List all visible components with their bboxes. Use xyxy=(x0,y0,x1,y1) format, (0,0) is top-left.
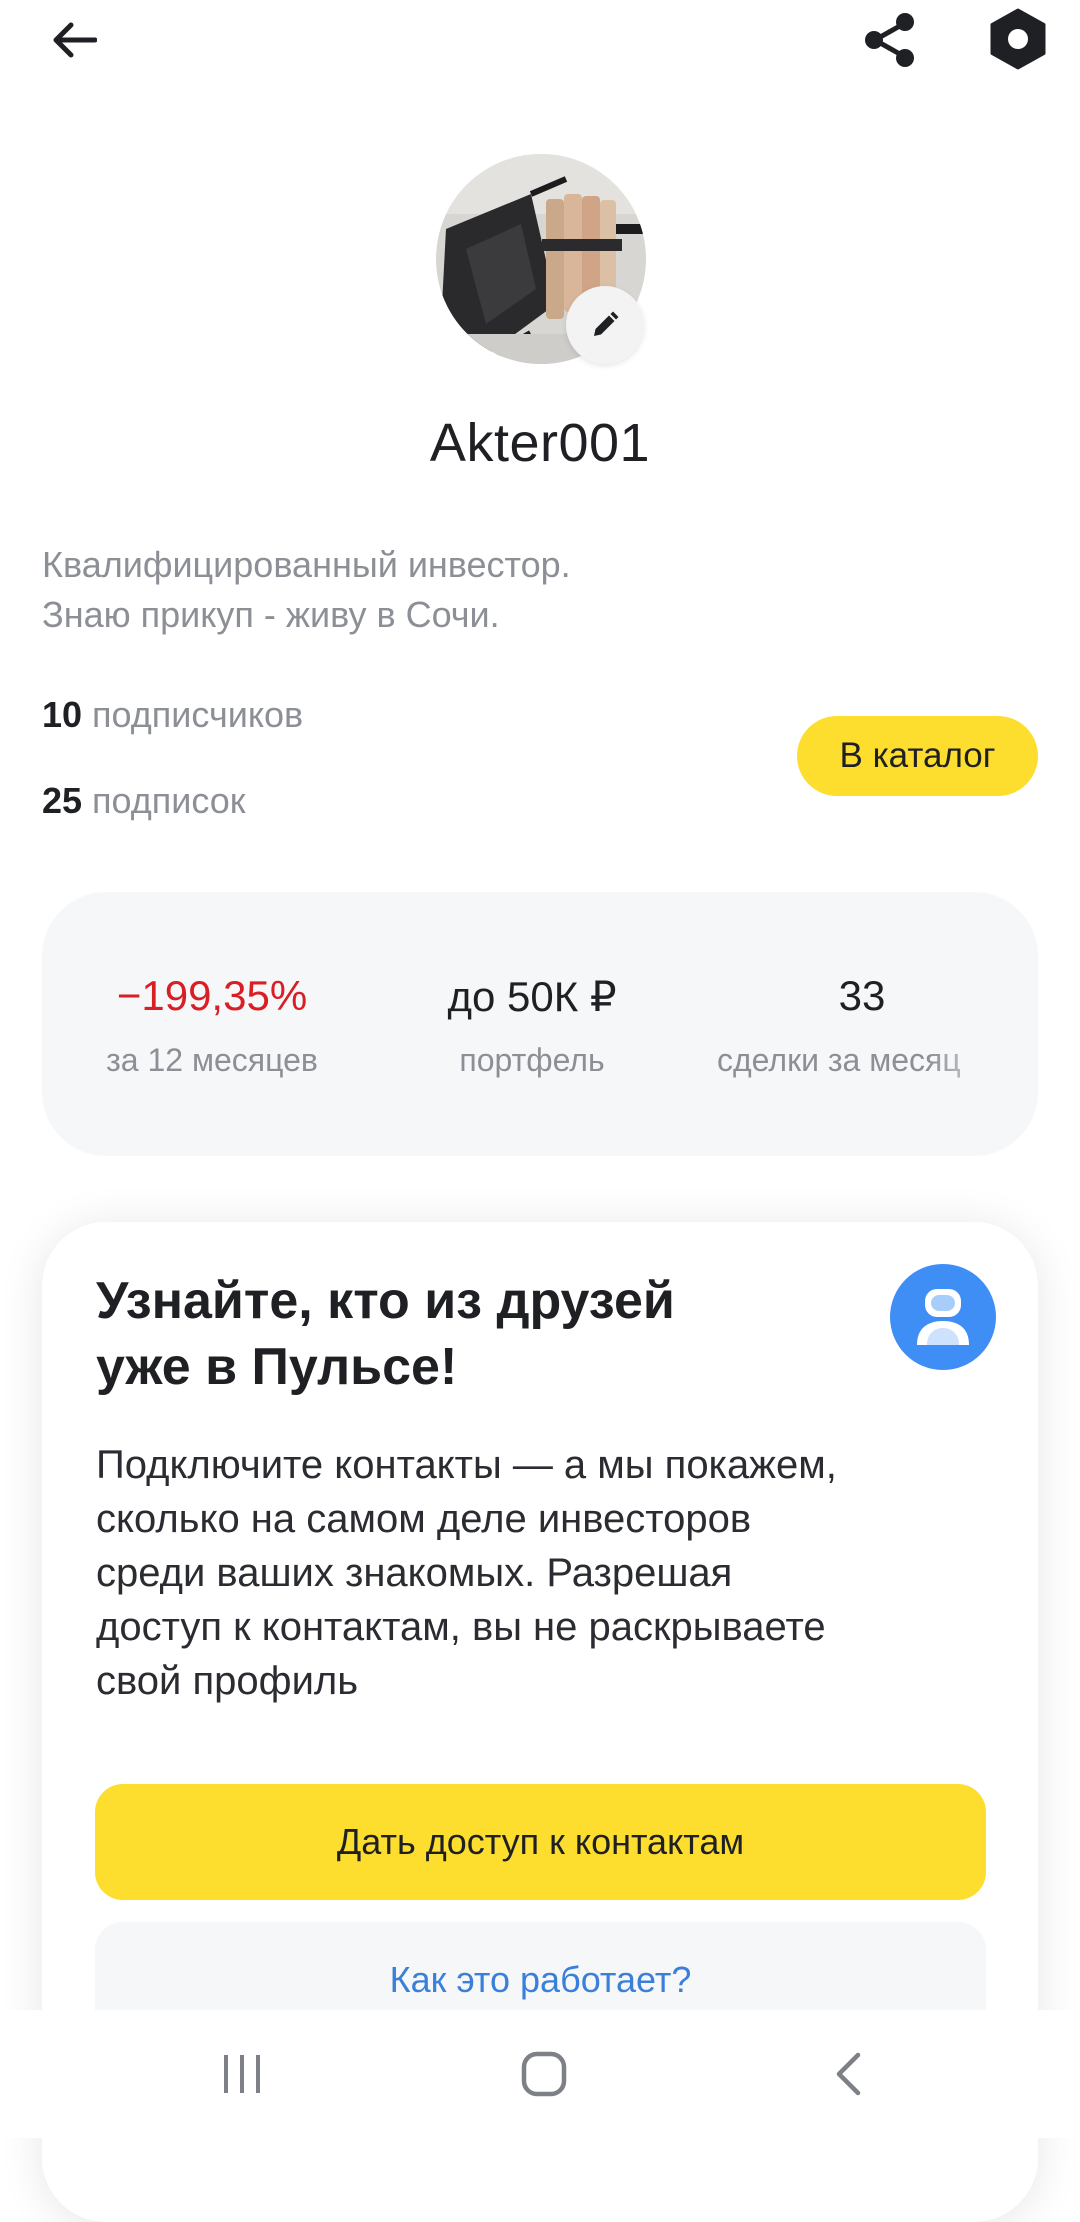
hexagon-settings-icon xyxy=(990,8,1046,70)
scroll-fade xyxy=(928,892,1038,1156)
contacts-person-icon xyxy=(890,1264,996,1370)
bio-line: Квалифицированный инвестор. xyxy=(42,544,571,585)
stat-portfolio[interactable]: до 50К ₽ портфель xyxy=(402,892,662,1156)
share-icon xyxy=(865,13,914,67)
stat-value: −199,35% xyxy=(116,972,308,1019)
invite-text-line: Подключите контакты — а мы покажем, xyxy=(96,1443,837,1487)
system-nav-bar xyxy=(0,2010,1080,2138)
invite-text-line: свой профиль xyxy=(96,1659,359,1703)
following-link[interactable]: 25 подписок xyxy=(42,780,246,822)
edit-avatar-button[interactable] xyxy=(566,286,644,364)
stat-label: за 12 месяцев xyxy=(106,1042,318,1078)
home-button[interactable] xyxy=(494,2032,594,2116)
share-button[interactable] xyxy=(854,4,926,76)
following-label: подписок xyxy=(92,780,246,821)
stat-value: до 50К ₽ xyxy=(447,973,617,1020)
top-bar xyxy=(0,0,1080,80)
grant-contacts-button[interactable]: Дать доступ к контактам xyxy=(95,1784,986,1900)
stat-label: портфель xyxy=(459,1042,605,1078)
bio-line: Знаю прикуп - живу в Сочи. xyxy=(42,594,500,635)
home-icon xyxy=(521,2051,567,2097)
invite-text: Подключите контакты — а мы покажем, скол… xyxy=(96,1438,996,1708)
bio: Квалифицированный инвестор. Знаю прикуп … xyxy=(42,540,942,640)
followers-label: подписчиков xyxy=(92,694,304,735)
invite-text-line: сколько на самом деле инвесторов xyxy=(96,1497,752,1541)
recents-button[interactable] xyxy=(192,2032,292,2116)
following-count: 25 xyxy=(42,780,83,821)
arrow-left-icon xyxy=(53,22,97,58)
edit-pencil-icon xyxy=(594,311,619,336)
stats-card: −199,35% за 12 месяцев до 50К ₽ портфель… xyxy=(42,892,1038,1156)
catalog-button[interactable]: В каталог xyxy=(797,716,1038,796)
followers-link[interactable]: 10 подписчиков xyxy=(42,694,303,736)
back-button[interactable] xyxy=(38,12,110,68)
invite-text-line: доступ к контактам, вы не раскрываете xyxy=(96,1605,826,1649)
invite-title-line: уже в Пульсе! xyxy=(96,1338,458,1396)
stat-yield[interactable]: −199,35% за 12 месяцев xyxy=(82,892,342,1156)
username: Akter001 xyxy=(429,413,651,473)
invite-title-line: Узнайте, кто из друзей xyxy=(96,1272,675,1330)
followers-count: 10 xyxy=(42,694,83,735)
back-chevron-icon xyxy=(836,2052,861,2096)
settings-button[interactable] xyxy=(982,2,1054,76)
invite-text-line: среди ваших знакомых. Разрешая xyxy=(96,1551,733,1595)
recents-icon xyxy=(224,2055,260,2093)
system-back-button[interactable] xyxy=(798,2032,898,2116)
invite-title: Узнайте, кто из друзей уже в Пульсе! xyxy=(96,1268,856,1400)
